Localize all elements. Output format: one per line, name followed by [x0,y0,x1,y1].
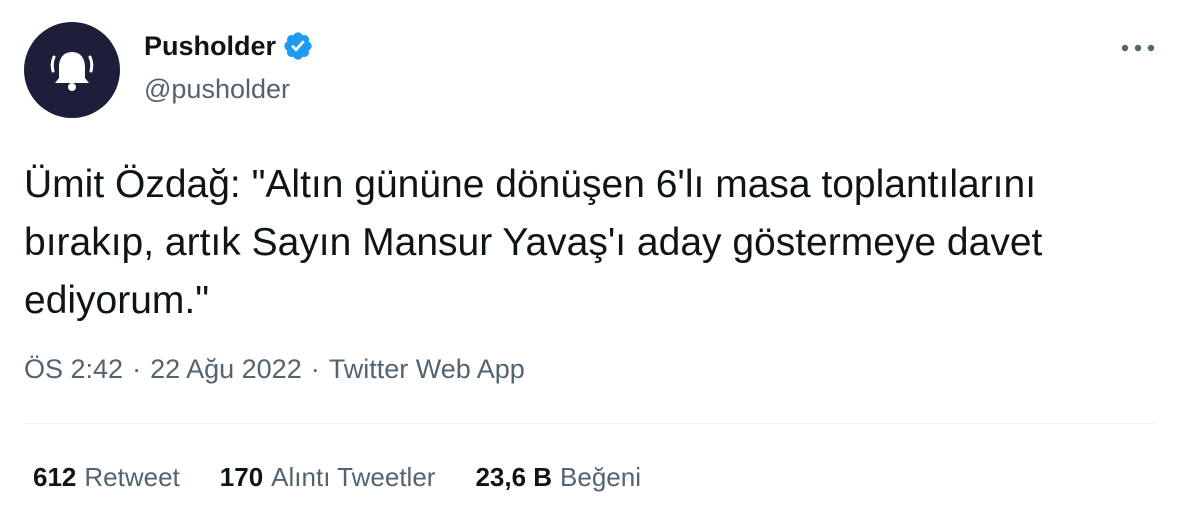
tweet-stats: 612 Retweet 170 Alıntı Tweetler 23,6 B B… [33,462,681,493]
quotes-label: Alıntı Tweetler [271,462,436,492]
more-dots-icon [1121,44,1155,52]
likes-label: Beğeni [560,462,642,492]
meta-separator: · [310,354,320,384]
user-name-row[interactable]: Pusholder [144,30,314,62]
quotes-count: 170 [219,462,264,492]
tweet-source[interactable]: Twitter Web App [329,354,525,385]
likes-count: 23,6 B [475,462,553,492]
bell-icon [50,52,94,91]
avatar[interactable] [24,22,120,118]
retweets-count: 612 [33,462,77,492]
divider [24,423,1156,424]
user-handle[interactable]: @pusholder [144,74,290,105]
tweet-meta: ÖS 2:42 · 22 Ağu 2022 · Twitter Web App [24,354,525,385]
tweet-date[interactable]: 22 Ağu 2022 [150,354,302,385]
retweets-stat[interactable]: 612 Retweet [33,462,180,493]
quotes-stat[interactable]: 170 Alıntı Tweetler [220,462,436,493]
display-name[interactable]: Pusholder [144,31,276,62]
meta-separator: · [132,354,142,384]
retweets-label: Retweet [84,462,180,492]
verified-badge-icon [284,32,312,60]
tweet-text: Ümit Özdağ: "Altın gününe dönüşen 6'lı m… [24,163,1043,322]
likes-stat[interactable]: 23,6 B Beğeni [475,462,641,493]
more-options-button[interactable] [1118,34,1158,62]
tweet-time[interactable]: ÖS 2:42 [24,354,123,385]
